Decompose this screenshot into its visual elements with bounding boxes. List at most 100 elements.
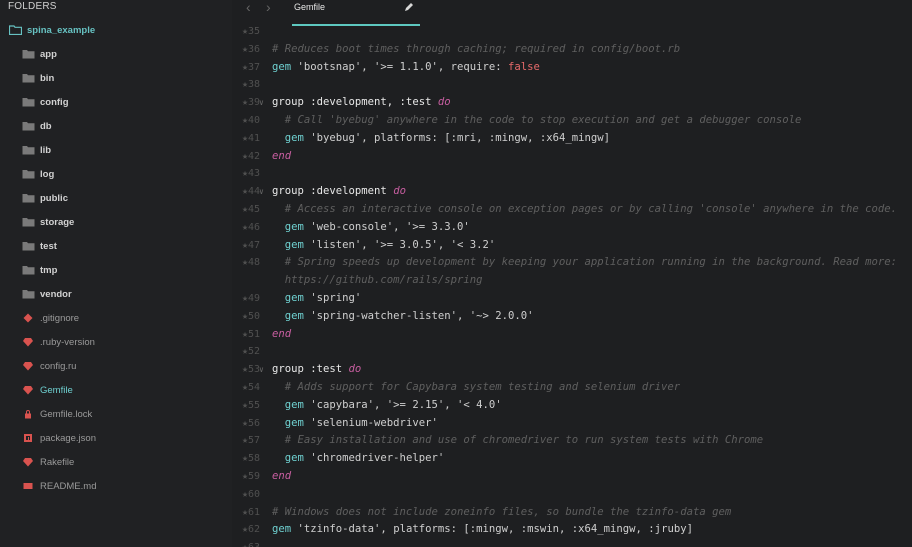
fold-chevron-icon[interactable]: ∨ <box>259 94 264 112</box>
code-line[interactable]: ★48 # Spring speeds up development by ke… <box>232 254 912 272</box>
code-line[interactable]: ★62 gem 'tzinfo-data', platforms: [:mingw… <box>232 521 912 539</box>
code-text: gem 'tzinfo-data', platforms: [:mingw, :… <box>272 521 693 539</box>
code-line[interactable]: ★45 # Access an interactive console on e… <box>232 201 912 219</box>
tree-item-label: Gemfile.lock <box>40 408 93 420</box>
code-line[interactable]: ★47 gem 'listen', '>= 3.0.5', '< 3.2' <box>232 237 912 255</box>
tree-folder-app[interactable]: app <box>20 44 57 64</box>
code-line[interactable]: ★42 end <box>232 148 912 166</box>
line-number: ★43 <box>241 168 260 180</box>
tree-root-folder[interactable]: spina_example <box>7 20 95 40</box>
tree-item-label: test <box>40 240 57 252</box>
code-text: group :test do <box>272 361 361 379</box>
code-line[interactable]: ★58 gem 'chromedriver-helper' <box>232 450 912 468</box>
tree-file-gemfile[interactable]: Gemfile <box>20 380 73 400</box>
code-line[interactable]: ★60 <box>232 486 912 504</box>
code-text: gem 'capybara', '>= 2.15', '< 4.0' <box>272 397 502 415</box>
code-line[interactable]: ★38 <box>232 76 912 94</box>
tree-item-label: Rakefile <box>40 456 75 468</box>
tree-item-label: config.ru <box>40 360 77 372</box>
code-line[interactable]: ★37 gem 'bootsnap', '>= 1.1.0', require: … <box>232 59 912 77</box>
code-line[interactable]: ★63 <box>232 539 912 547</box>
code-token: gem <box>272 60 292 73</box>
tree-item-label: .ruby-version <box>40 336 95 348</box>
code-token: 'selenium-webdriver' <box>303 416 438 429</box>
line-number: ★49 <box>241 293 260 304</box>
code-token: https://github.com/rails/spring <box>272 274 483 287</box>
code-token: 'spring' <box>303 292 362 304</box>
code-token: # Call 'byebug' anywhere in the code to … <box>272 114 802 126</box>
tree-item-label: app <box>40 48 57 60</box>
tree-file-config-ru[interactable]: config.ru <box>20 356 76 376</box>
tree-item-label: .gitignore <box>40 312 80 324</box>
line-number: ★62 <box>241 524 260 536</box>
line-number: ★39 <box>241 97 260 109</box>
line-number: ★48 <box>241 257 260 269</box>
code-line[interactable]: ★43 <box>232 165 912 183</box>
folder-icon <box>22 290 34 299</box>
tree-folder-log[interactable]: log <box>20 164 54 184</box>
tree-item-label: db <box>40 120 52 132</box>
tree-folder-storage[interactable]: storage <box>20 212 74 232</box>
line-number: ★42 <box>241 150 260 162</box>
code-line[interactable]: ★41 gem 'byebug', platforms: [:mri, :min… <box>232 130 912 148</box>
code-line[interactable]: ★44 ∨ group :development do <box>232 183 912 201</box>
fold-chevron-icon[interactable]: ∨ <box>259 183 264 201</box>
tree-folder-bin[interactable]: bin <box>20 68 54 88</box>
code-token: # Access an interactive console on excep… <box>272 203 898 215</box>
code-token: # Adds support for Capybara system testi… <box>272 381 681 393</box>
code-line[interactable]: ★49 gem 'spring' <box>232 290 912 308</box>
code-line[interactable]: ★57 # Easy installation and use of chrom… <box>232 432 912 450</box>
fold-chevron-icon[interactable]: ∨ <box>259 361 264 379</box>
tree-item-label: public <box>40 192 68 204</box>
code-line[interactable]: ★36 # Reduces boot times through caching;… <box>232 41 912 59</box>
code-line[interactable]: ★40 # Call 'byebug' anywhere in the code… <box>232 112 912 130</box>
code-line[interactable]: ★52 <box>232 343 912 361</box>
code-line[interactable]: ★46 gem 'web-console', '>= 3.3.0' <box>232 219 912 237</box>
tree-file-rakefile[interactable]: Rakefile <box>20 452 74 472</box>
code-text: gem 'listen', '>= 3.0.5', '< 3.2' <box>272 237 495 255</box>
code-line[interactable]: ★54 # Adds support for Capybara system t… <box>232 379 912 397</box>
folder-icon <box>22 242 34 251</box>
tree-item-label: config <box>40 96 69 108</box>
code-token: # Windows does not include zoneinfo file… <box>272 505 732 518</box>
folder-icon <box>22 170 34 179</box>
code-line[interactable]: ★55 gem 'capybara', '>= 2.15', '< 4.0' <box>232 397 912 415</box>
tree-folder-config[interactable]: config <box>20 92 69 112</box>
tree-item-label: tmp <box>40 264 58 276</box>
tree-folder-lib[interactable]: lib <box>20 140 51 160</box>
code-line[interactable]: ★53 ∨ group :test do <box>232 361 912 379</box>
folder-icon <box>22 74 34 83</box>
tree-folder-test[interactable]: test <box>20 236 57 256</box>
code-line[interactable]: ★59 end <box>232 468 912 486</box>
ruby-icon <box>23 386 33 395</box>
tree-folder-db[interactable]: db <box>20 116 52 136</box>
code-line[interactable]: ★56 gem 'selenium-webdriver' <box>232 415 912 433</box>
tree-file-readme-md[interactable]: README.md <box>20 476 96 496</box>
tree-file-gemfile-lock[interactable]: Gemfile.lock <box>20 404 92 424</box>
code-token: gem <box>272 131 304 144</box>
forward-arrow-icon[interactable]: › <box>266 0 271 15</box>
tree-folder-public[interactable]: public <box>20 188 68 208</box>
edit-pencil-icon[interactable] <box>404 2 414 12</box>
line-number: ★44 <box>241 186 260 198</box>
code-token: 'listen', '>= 3.0.5', '< 3.2' <box>303 238 496 251</box>
line-number: ★41 <box>241 132 260 144</box>
tab-gemfile[interactable]: Gemfile <box>294 2 325 12</box>
tree-file-package-json[interactable]: package.json <box>20 428 96 448</box>
code-line[interactable]: ★39 ∨ group :development, :test do <box>232 94 912 112</box>
tree-folder-tmp[interactable]: tmp <box>20 260 57 280</box>
lock-icon <box>25 410 31 419</box>
tree-file--ruby-version[interactable]: .ruby-version <box>20 332 95 352</box>
line-number: ★55 <box>241 399 260 411</box>
code-line[interactable]: ★51 end <box>232 326 912 344</box>
back-arrow-icon[interactable]: ‹ <box>246 0 251 15</box>
code-line[interactable]: ★50 gem 'spring-watcher-listen', '~> 2.0… <box>232 308 912 326</box>
tree-file--gitignore[interactable]: .gitignore <box>20 308 79 328</box>
editor: ‹ › Gemfile ★35 ★36 # Reduces boot times t… <box>232 0 912 547</box>
code-line[interactable]: https://github.com/rails/spring <box>232 272 912 290</box>
code-line[interactable]: ★35 <box>232 23 912 41</box>
code-text: gem 'bootsnap', '>= 1.1.0', require: fal… <box>272 59 540 77</box>
code-line[interactable]: ★61 # Windows does not include zoneinfo f… <box>232 504 912 522</box>
tree-folder-vendor[interactable]: vendor <box>20 284 72 304</box>
code-token: 'web-console', '>= 3.3.0' <box>303 220 470 233</box>
